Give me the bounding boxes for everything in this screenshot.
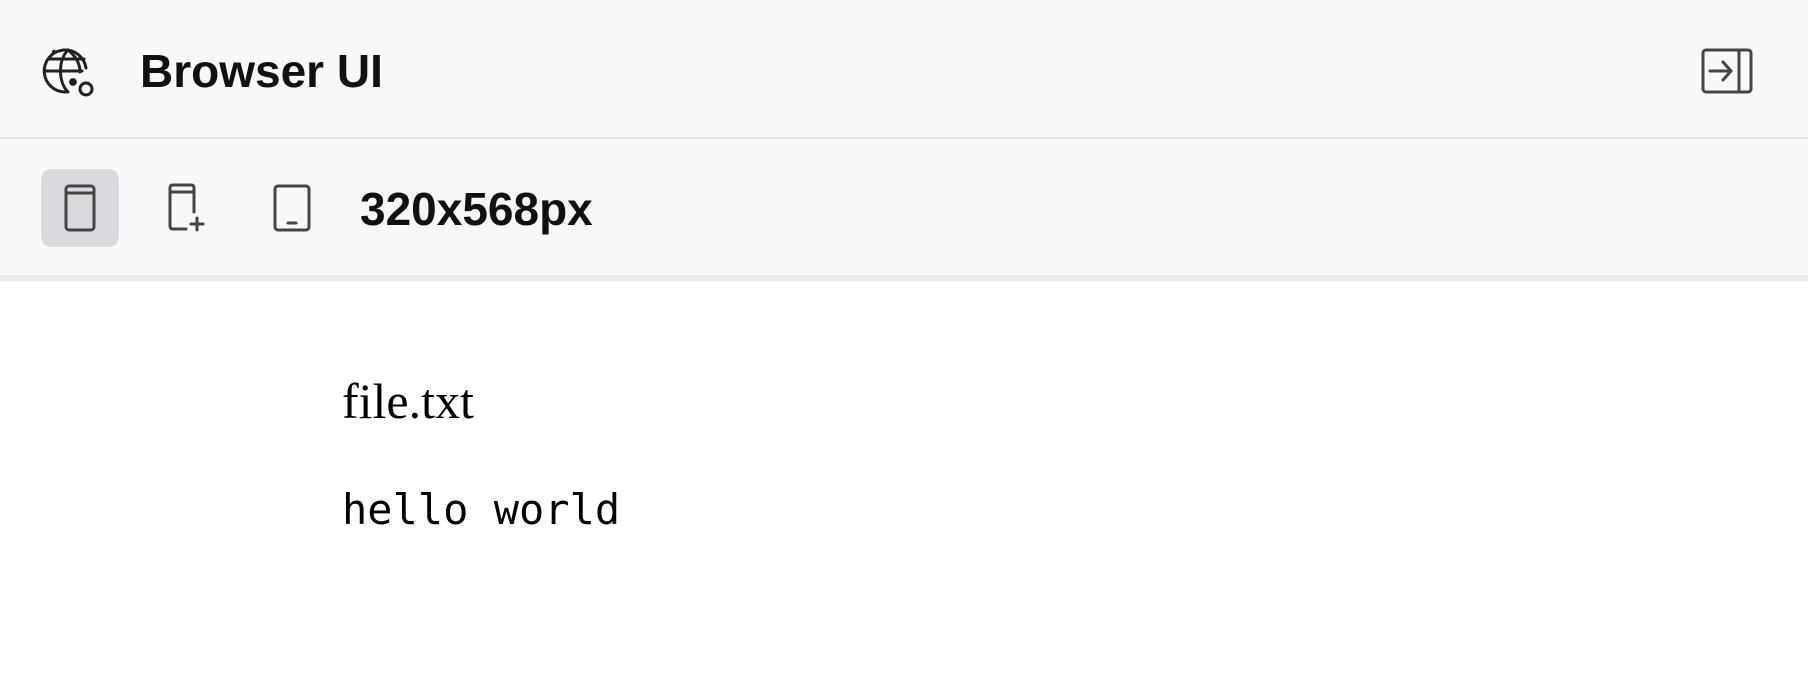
device-phone-button[interactable] [41, 169, 119, 247]
app-title: Browser UI [140, 45, 383, 97]
browser-ui-app: Browser UI 320x568px file.txt hello worl… [0, 0, 1808, 696]
device-phone-add-button[interactable] [147, 169, 225, 247]
collapse-panel-button[interactable] [1700, 46, 1756, 98]
panel-collapse-right-icon [1701, 48, 1753, 94]
device-toolbar: 320x568px [0, 139, 1808, 281]
file-contents: hello world [342, 485, 621, 534]
device-tablet-button[interactable] [253, 169, 331, 247]
device-phone-add-icon [168, 183, 205, 232]
header-bar: Browser UI [0, 0, 1808, 139]
file-name-heading: file.txt [342, 373, 474, 429]
device-tablet-icon [273, 184, 311, 232]
device-phone-icon [64, 184, 96, 232]
viewport-size-label: 320x568px [360, 183, 593, 235]
globe-icon [42, 46, 96, 100]
page-content: file.txt hello world [0, 281, 1808, 696]
